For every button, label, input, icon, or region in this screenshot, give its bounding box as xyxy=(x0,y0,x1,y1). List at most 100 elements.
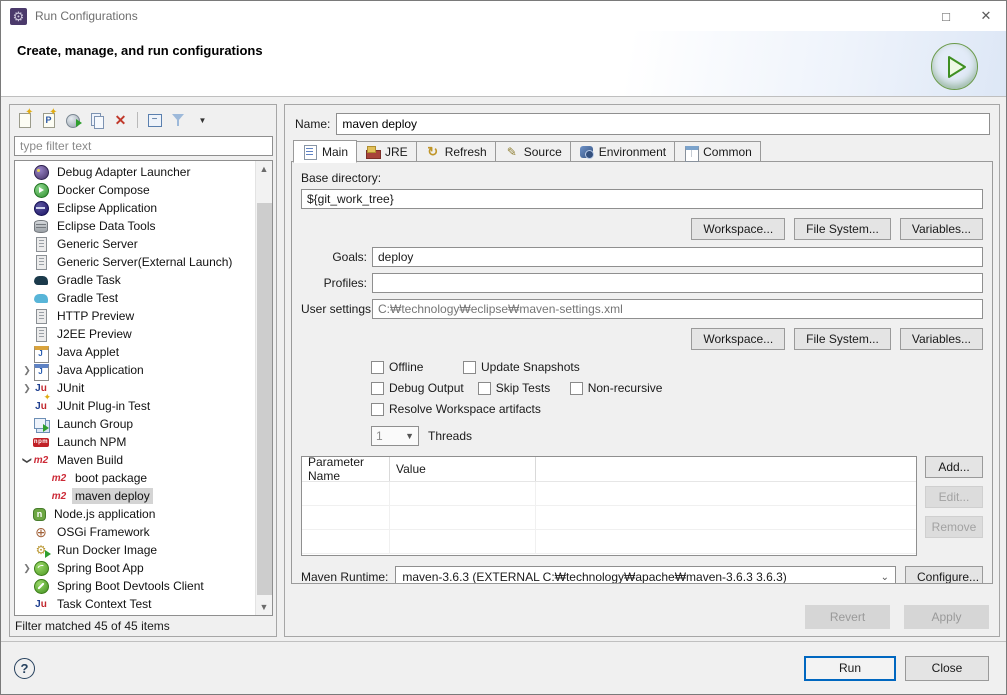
filesystem-button[interactable]: File System... xyxy=(794,328,891,350)
tree-item[interactable]: ❯m2Maven Build xyxy=(15,451,255,469)
tree-item[interactable]: Generic Server(External Launch) xyxy=(15,253,255,271)
scroll-up-icon[interactable]: ▲ xyxy=(256,161,272,177)
tree-item[interactable]: Eclipse Data Tools xyxy=(15,217,255,235)
tree-item[interactable]: npmLaunch NPM xyxy=(15,433,255,451)
user-settings-label: User settings: xyxy=(301,302,367,316)
expander-collapsed-icon[interactable]: ❯ xyxy=(21,563,33,574)
variables-button[interactable]: Variables... xyxy=(900,218,983,240)
tree-item[interactable]: J2EE Preview xyxy=(15,325,255,343)
table-row[interactable] xyxy=(302,482,916,506)
parameter-table[interactable]: Parameter NameValue xyxy=(301,456,917,556)
tree-item[interactable]: nNode.js application xyxy=(15,505,255,523)
tree-item[interactable]: ❯Spring Boot App xyxy=(15,559,255,577)
profiles-input[interactable] xyxy=(372,273,983,293)
base-directory-input[interactable] xyxy=(301,189,983,209)
configure-button[interactable]: Configure... xyxy=(905,566,983,584)
help-icon[interactable]: ? xyxy=(14,658,35,679)
tree-item[interactable]: m2maven deploy xyxy=(15,487,255,505)
tree-scrollbar[interactable]: ▲ ▼ xyxy=(255,161,272,615)
user-settings-input[interactable] xyxy=(372,299,983,319)
tree-item[interactable]: JuTask Context Test xyxy=(15,595,255,613)
scroll-down-icon[interactable]: ▼ xyxy=(256,599,272,615)
tree-item[interactable]: ❯JuJUnit xyxy=(15,379,255,397)
tab-common[interactable]: Common xyxy=(675,141,761,162)
tree-item[interactable]: ❯Java Application xyxy=(15,361,255,379)
filter-input[interactable] xyxy=(14,136,273,156)
apply-button[interactable]: Apply xyxy=(904,605,989,629)
remove-button[interactable]: Remove xyxy=(925,516,983,538)
checkbox-unchecked-icon xyxy=(371,403,384,416)
expander-expanded-icon[interactable]: ❯ xyxy=(22,454,33,466)
debug-output-checkbox[interactable]: Debug Output xyxy=(371,381,464,395)
tree-item[interactable]: Generic Server xyxy=(15,235,255,253)
filter-button[interactable] xyxy=(168,110,189,131)
table-row[interactable] xyxy=(302,506,916,530)
collapse-all-button[interactable] xyxy=(144,110,165,131)
tree-item-label: Task Context Test xyxy=(54,596,155,612)
checkbox-unchecked-icon xyxy=(463,361,476,374)
export-config-button[interactable] xyxy=(62,110,83,131)
expander-collapsed-icon[interactable]: ❯ xyxy=(21,383,33,394)
add-button[interactable]: Add... xyxy=(925,456,983,478)
goals-input[interactable] xyxy=(372,247,983,267)
filter-status: Filter matched 45 of 45 items xyxy=(15,619,170,633)
delete-button[interactable]: ✕ xyxy=(110,110,131,131)
tab-source[interactable]: ✎Source xyxy=(496,141,571,162)
export-config-icon xyxy=(65,112,81,128)
tab-refresh[interactable]: ↻Refresh xyxy=(417,141,496,162)
expander-collapsed-icon[interactable]: ❯ xyxy=(21,365,33,376)
tree-item[interactable]: ⊕OSGi Framework xyxy=(15,523,255,541)
user-settings-picker-buttons: Workspace... File System... Variables... xyxy=(301,328,983,350)
tree-item[interactable]: Gradle Task xyxy=(15,271,255,289)
revert-button[interactable]: Revert xyxy=(805,605,890,629)
tree-item[interactable]: Gradle Test xyxy=(15,289,255,307)
tree-item[interactable]: Spring Boot Devtools Client xyxy=(15,577,255,595)
update-snapshots-checkbox[interactable]: Update Snapshots xyxy=(463,360,580,374)
tree-item[interactable]: Docker Compose xyxy=(15,181,255,199)
workspace-button[interactable]: Workspace... xyxy=(691,218,785,240)
close-button[interactable]: Close xyxy=(905,656,989,681)
threads-select[interactable]: 1 ▼ xyxy=(371,426,419,446)
view-menu-icon: ▼ xyxy=(198,112,208,128)
tree-item[interactable]: Java Applet xyxy=(15,343,255,361)
tree-item[interactable]: JuJUnit Plug-in Test xyxy=(15,397,255,415)
eclipse-application-icon xyxy=(33,200,49,216)
table-row[interactable] xyxy=(302,530,916,554)
tree-item[interactable]: ⚙Run Docker Image xyxy=(15,541,255,559)
main-tab-icon xyxy=(302,144,318,160)
non-recursive-checkbox[interactable]: Non-recursive xyxy=(570,381,663,395)
tree-item[interactable]: m2boot package xyxy=(15,469,255,487)
tab-jre[interactable]: JRE xyxy=(357,141,417,162)
name-input[interactable] xyxy=(336,113,990,135)
workspace-button[interactable]: Workspace... xyxy=(691,328,785,350)
resolve-workspace-artifacts-checkbox[interactable]: Resolve Workspace artifacts xyxy=(371,402,541,416)
maximize-button[interactable]: □ xyxy=(926,1,966,31)
filesystem-button[interactable]: File System... xyxy=(794,218,891,240)
tree-item[interactable]: HTTP Preview xyxy=(15,307,255,325)
tree-item[interactable]: Eclipse Application xyxy=(15,199,255,217)
tab-main[interactable]: Main xyxy=(293,140,357,163)
variables-button[interactable]: Variables... xyxy=(900,328,983,350)
tree-item[interactable]: Launch Group xyxy=(15,415,255,433)
scrollbar-thumb[interactable] xyxy=(257,203,272,595)
duplicate-button[interactable] xyxy=(86,110,107,131)
maven-icon: m2 xyxy=(51,470,67,486)
run-button[interactable]: Run xyxy=(804,656,896,681)
view-menu-button[interactable]: ▼ xyxy=(192,110,213,131)
checkbox-unchecked-icon xyxy=(570,382,583,395)
skip-tests-checkbox[interactable]: Skip Tests xyxy=(478,381,556,395)
tree-item-label: Launch Group xyxy=(54,416,136,432)
offline-checkbox[interactable]: Offline xyxy=(371,360,449,374)
new-config-button[interactable] xyxy=(14,110,35,131)
tree-item[interactable]: Debug Adapter Launcher xyxy=(15,163,255,181)
edit-button[interactable]: Edit... xyxy=(925,486,983,508)
maven-runtime-select[interactable]: maven-3.6.3 (EXTERNAL C:₩technology₩apac… xyxy=(395,566,896,584)
tab-environment[interactable]: Environment xyxy=(571,141,675,162)
parameter-table-header: Parameter NameValue xyxy=(302,457,916,482)
tab-label: Common xyxy=(703,145,752,159)
tab-label: Source xyxy=(524,145,562,159)
column-header: Value xyxy=(390,457,536,481)
close-window-button[interactable]: ✕ xyxy=(966,1,1006,31)
new-prototype-button[interactable] xyxy=(38,110,59,131)
checkbox-label: Resolve Workspace artifacts xyxy=(389,402,541,416)
